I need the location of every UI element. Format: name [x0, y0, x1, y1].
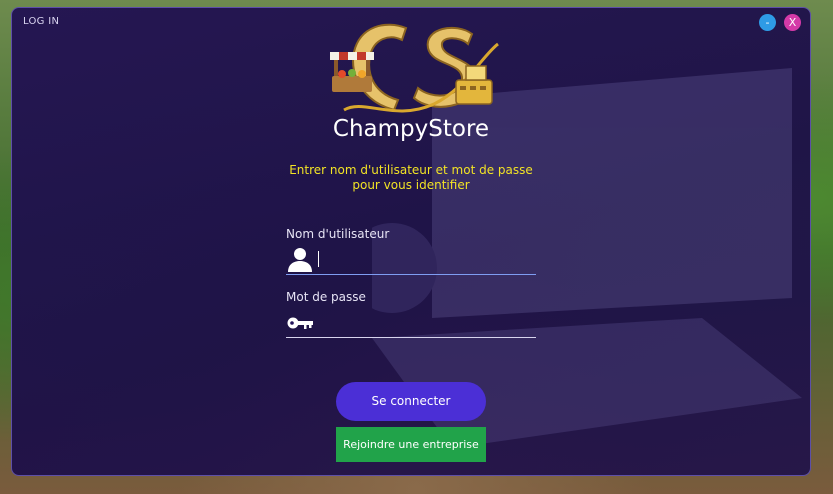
join-company-button[interactable]: Rejoindre une entreprise: [336, 427, 486, 462]
username-label: Nom d'utilisateur: [286, 227, 390, 241]
login-window: LOG IN - X ChampyStore Entrer nom d'util…: [11, 7, 811, 476]
store-name: ChampyStore: [332, 116, 490, 142]
login-instructions-line-1: Entrer nom d'utilisateur et mot de passe: [289, 163, 533, 177]
key-icon: [287, 317, 313, 329]
champystore-logo: [330, 23, 499, 113]
connect-button[interactable]: Se connecter: [336, 382, 486, 421]
password-field[interactable]: [286, 307, 536, 338]
minimize-button[interactable]: -: [759, 14, 776, 31]
window-title: LOG IN: [23, 16, 60, 27]
username-field[interactable]: [286, 244, 536, 275]
password-input[interactable]: [316, 311, 535, 335]
user-icon: [288, 248, 312, 272]
login-instructions: Entrer nom d'utilisateur et mot de passe…: [261, 163, 561, 193]
login-instructions-line-2: pour vous identifier: [352, 178, 470, 192]
username-input[interactable]: [316, 248, 535, 272]
close-button[interactable]: X: [784, 14, 801, 31]
password-label: Mot de passe: [286, 290, 366, 304]
